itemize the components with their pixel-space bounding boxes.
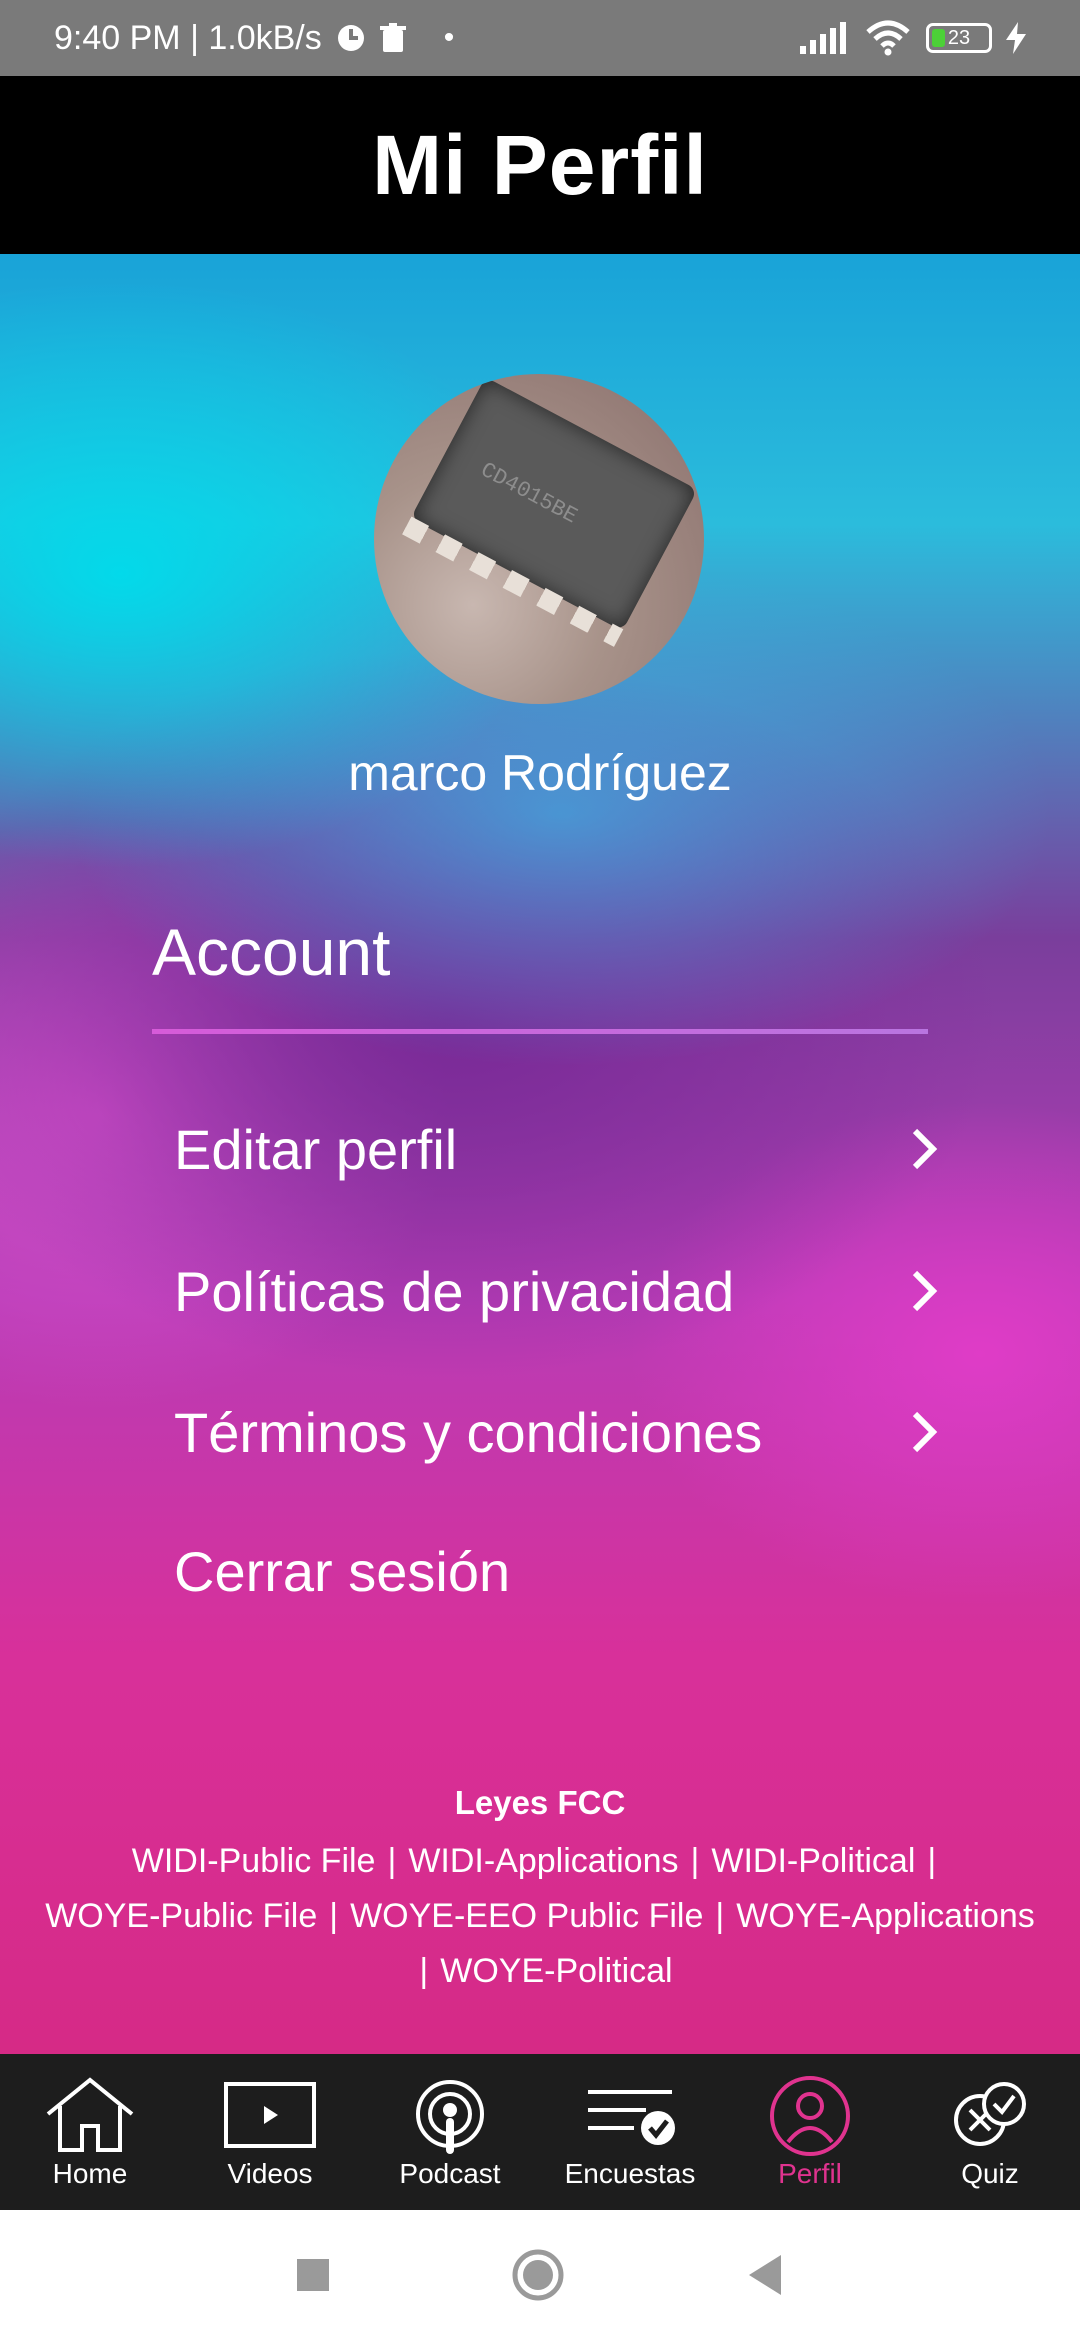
video-icon	[224, 2082, 316, 2148]
nav-podcast-label: Podcast	[399, 2158, 501, 2189]
nav-home-label: Home	[52, 2158, 128, 2189]
home-button-icon[interactable]	[511, 2248, 565, 2302]
profile-screen: marco Rodríguez Account Editar perfil Po…	[0, 254, 1080, 2054]
survey-icon	[588, 2090, 675, 2145]
terms-label: Términos y condiciones	[174, 1400, 763, 1464]
nav-encuestas[interactable]: Encuestas	[545, 2074, 715, 2190]
edit-profile-item[interactable]: Editar perfil	[174, 1094, 944, 1204]
terms-item[interactable]: Términos y condiciones	[174, 1377, 944, 1487]
privacy-policy-label: Políticas de privacidad	[174, 1259, 735, 1323]
podcast-icon	[416, 2080, 484, 2154]
avatar[interactable]	[374, 374, 704, 704]
back-icon[interactable]	[745, 2253, 785, 2297]
user-icon	[770, 2076, 850, 2156]
chevron-right-icon	[904, 1270, 944, 1312]
charging-icon	[1006, 22, 1026, 54]
privacy-policy-item[interactable]: Políticas de privacidad	[174, 1236, 944, 1346]
nav-encuestas-label: Encuestas	[564, 2158, 696, 2189]
chevron-right-icon	[904, 1128, 944, 1170]
fcc-link[interactable]: WOYE-Applications	[736, 1897, 1035, 1935]
signal-icon	[800, 22, 846, 54]
fcc-link[interactable]: WOYE-Political	[440, 1952, 672, 1990]
fcc-link[interactable]: WIDI-Public File	[132, 1842, 376, 1880]
nav-videos[interactable]: Videos	[185, 2074, 355, 2190]
bottom-nav: Home Videos Podcast Encuestas Perfil Qui…	[0, 2054, 1080, 2210]
quiz-icon	[954, 2082, 1026, 2146]
fcc-links: WIDI-Public File | WIDI-Applications | WIDI-…	[45, 1842, 1035, 1990]
nav-videos-label: Videos	[227, 2158, 313, 2189]
nav-home[interactable]: Home	[5, 2074, 175, 2190]
battery-level: 23	[947, 26, 971, 49]
page-title: Mi Perfil	[372, 117, 708, 212]
status-time: 9:40 PM | 1.0kB/s	[54, 18, 322, 57]
fcc-link[interactable]: WOYE-Public File	[45, 1897, 317, 1935]
battery-icon: 23	[926, 23, 992, 53]
nav-podcast[interactable]: Podcast	[365, 2074, 535, 2190]
trash-icon	[379, 23, 406, 52]
nav-perfil-label: Perfil	[778, 2158, 842, 2189]
home-icon	[46, 2077, 134, 2152]
avatar-photo	[410, 377, 698, 631]
fcc-link[interactable]: WOYE-EEO Public File	[350, 1897, 703, 1935]
fcc-link[interactable]: WIDI-Applications	[408, 1842, 678, 1880]
recent-apps-icon[interactable]	[295, 2257, 331, 2293]
fcc-heading: Leyes FCC	[454, 1784, 626, 1821]
nav-perfil[interactable]: Perfil	[725, 2074, 895, 2190]
fcc-link[interactable]: WIDI-Political	[711, 1842, 915, 1880]
user-name: marco Rodríguez	[348, 745, 732, 801]
nav-quiz-label: Quiz	[961, 2158, 1019, 2189]
dot-icon: •	[443, 21, 455, 54]
account-heading: Account	[152, 915, 391, 989]
account-divider	[152, 1029, 928, 1034]
edit-profile-label: Editar perfil	[174, 1117, 458, 1181]
chevron-right-icon	[904, 1411, 944, 1453]
wifi-icon	[866, 20, 910, 56]
status-bar: 9:40 PM | 1.0kB/s • 23	[0, 0, 1080, 76]
app-bar: Mi Perfil	[0, 76, 1080, 254]
app-notification-icon	[337, 25, 364, 51]
system-nav-bar	[0, 2210, 1080, 2340]
nav-quiz[interactable]: Quiz	[905, 2074, 1075, 2190]
logout-item[interactable]: Cerrar sesión	[174, 1516, 944, 1626]
logout-label: Cerrar sesión	[174, 1539, 511, 1603]
